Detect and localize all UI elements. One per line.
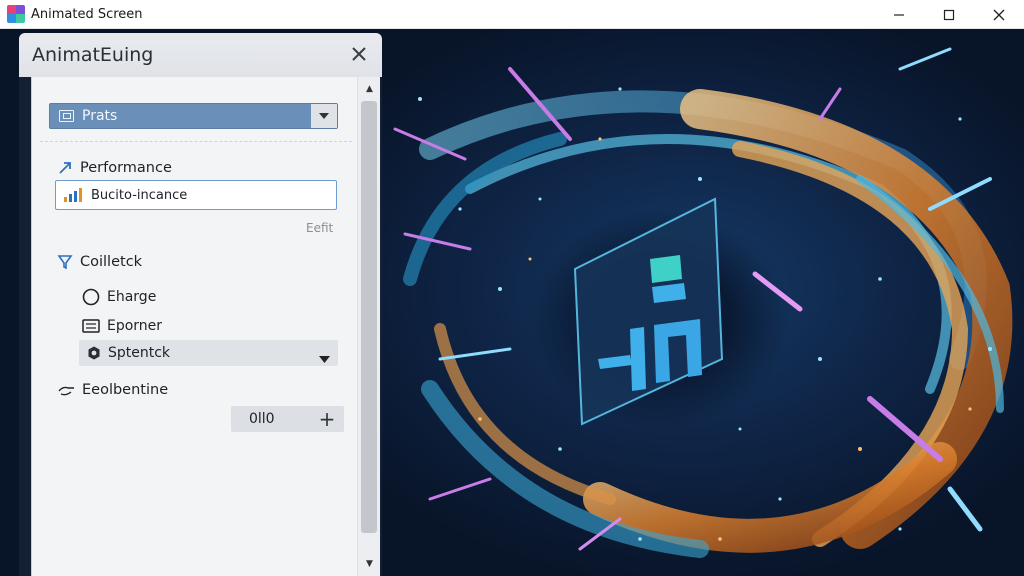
scroll-down-icon[interactable]: ▼	[358, 554, 381, 574]
resolution-label: Eeolbentine	[82, 382, 169, 398]
scroll-thumb[interactable]	[361, 101, 377, 533]
preset-dropdown[interactable]: Prats	[49, 103, 338, 129]
panel-header: AnimatEuing	[19, 33, 382, 77]
chevron-down-icon[interactable]	[311, 104, 337, 128]
minimize-button[interactable]	[874, 0, 924, 29]
image-frame-icon	[59, 110, 74, 122]
funnel-icon	[56, 253, 74, 271]
edit-link[interactable]: Eefit	[306, 221, 333, 235]
close-icon	[352, 47, 366, 61]
performance-section-label: Performance	[56, 159, 172, 177]
hand-gesture-icon	[58, 381, 76, 399]
option-eharge[interactable]: Eharge	[82, 288, 156, 306]
collection-label: Coilletck	[80, 254, 143, 270]
bar-chart-icon	[63, 187, 85, 203]
performance-input-value: Bucito-incance	[91, 187, 188, 203]
app-logo-icon	[7, 5, 25, 23]
option-eporner-label: Eporner	[107, 318, 163, 334]
panel-scrollbar[interactable]: ▲ ▼	[357, 77, 380, 576]
resolution-stepper[interactable]: 0ll0 +	[231, 406, 344, 432]
app-window: Animated Screen AnimatEuing ▲ ▼ Prats Pe…	[0, 0, 1024, 576]
plus-icon[interactable]: +	[310, 406, 344, 432]
window-title: Animated Screen	[31, 6, 143, 22]
maximize-icon	[943, 9, 955, 20]
collection-select[interactable]: Sptentck	[79, 340, 338, 366]
gear-icon	[86, 345, 102, 361]
window-controls	[874, 0, 1024, 29]
minimize-icon	[894, 13, 904, 16]
close-window-button[interactable]	[974, 0, 1024, 29]
circle-radio-icon[interactable]	[82, 288, 100, 306]
option-eharge-label: Eharge	[107, 289, 157, 305]
option-eporner[interactable]: Eporner	[82, 317, 162, 335]
stepper-value[interactable]: 0ll0	[249, 411, 275, 427]
section-divider	[40, 141, 352, 142]
resolution-section-label: Eeolbentine	[58, 381, 168, 399]
keyboard-icon	[82, 317, 100, 335]
collection-select-value: Sptentck	[108, 345, 171, 361]
panel-title: AnimatEuing	[32, 44, 154, 66]
trend-arrow-icon	[56, 159, 74, 177]
panel-close-button[interactable]	[348, 43, 370, 65]
scroll-up-icon[interactable]: ▲	[358, 79, 381, 99]
performance-label: Performance	[80, 160, 172, 176]
collection-section-label: Coilletck	[56, 253, 142, 271]
close-icon	[993, 9, 1005, 20]
title-bar: Animated Screen	[0, 0, 1024, 29]
preset-dropdown-value: Prats	[82, 108, 118, 124]
maximize-button[interactable]	[924, 0, 974, 29]
performance-input[interactable]: Bucito-incance	[55, 180, 337, 210]
chevron-down-icon[interactable]	[319, 348, 330, 367]
